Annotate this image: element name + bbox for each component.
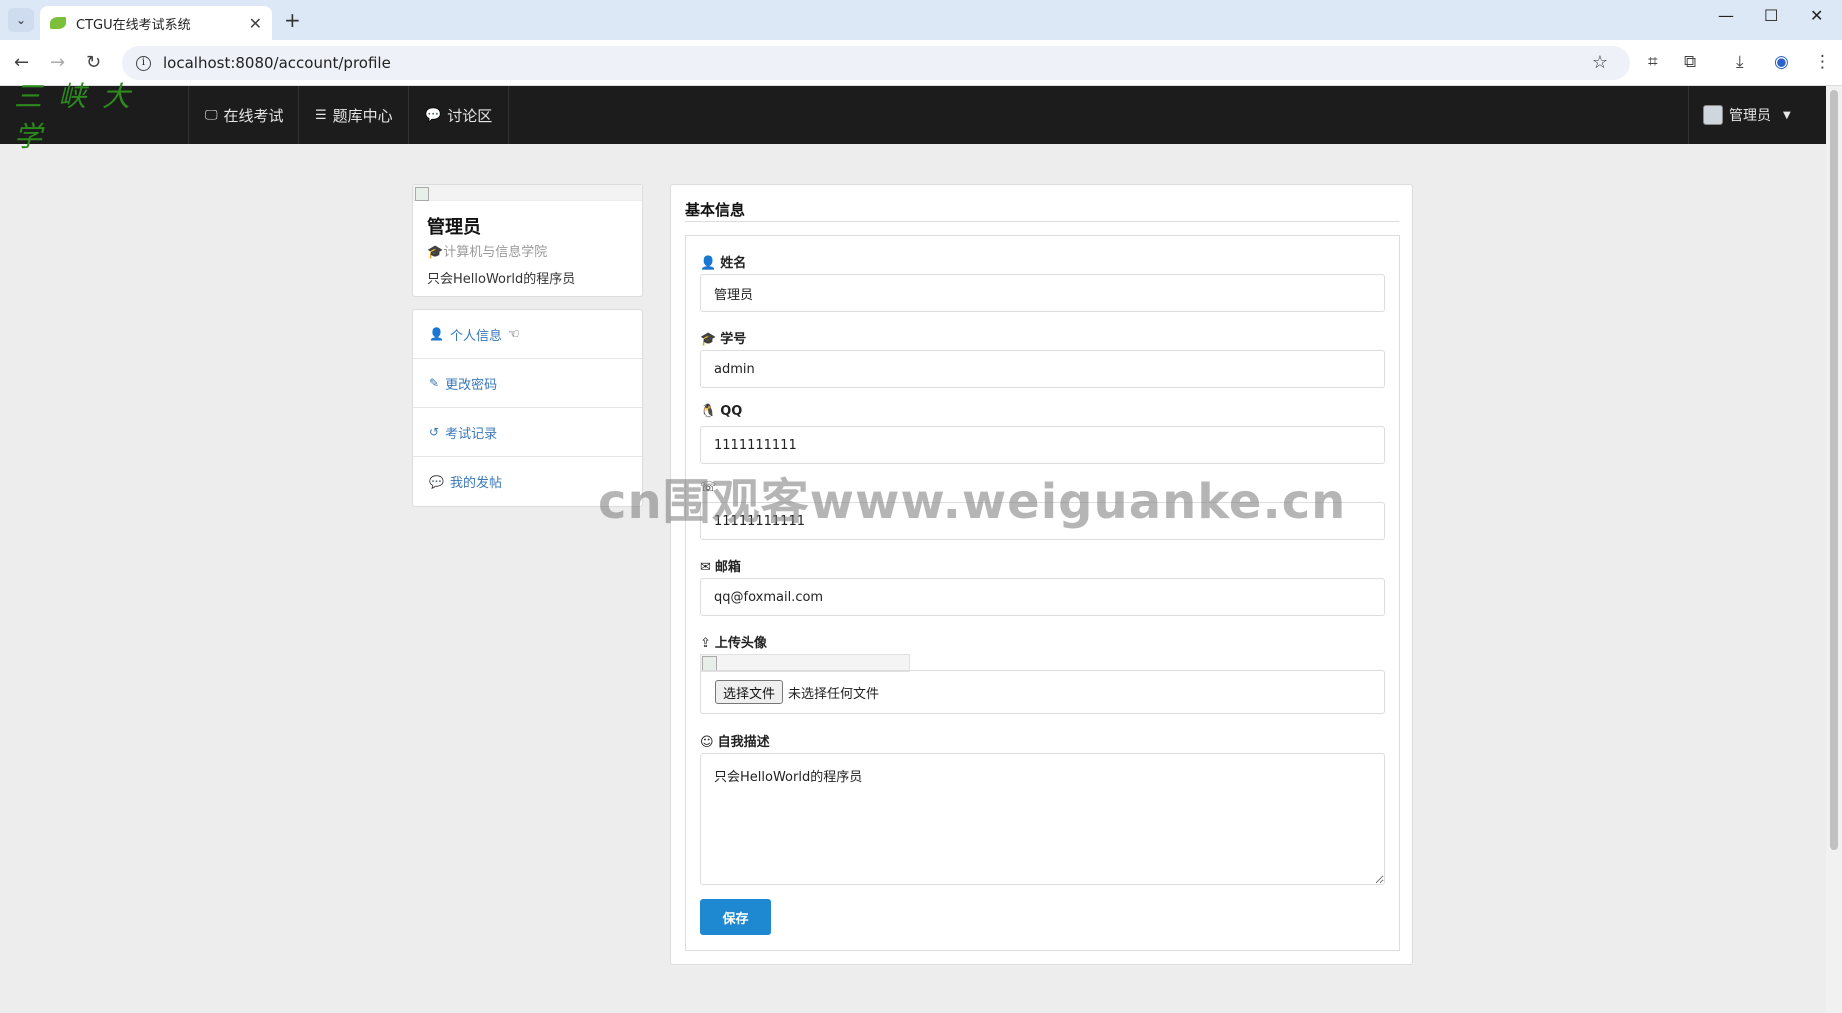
leaf-favicon-icon: [50, 17, 66, 29]
chevron-down-icon: ⌄: [15, 13, 27, 27]
sidemenu-item-profile[interactable]: 👤 个人信息 ☜: [413, 310, 642, 359]
window-close-icon[interactable]: ✕: [1810, 6, 1823, 25]
site-info-icon[interactable]: i: [136, 55, 151, 71]
user-icon: 👤: [429, 327, 444, 341]
bio-label: ☺ 自我描述: [700, 731, 770, 750]
choose-file-button[interactable]: 选择文件: [715, 680, 784, 704]
comment-icon: 💬: [425, 107, 442, 123]
nav-online-exam-label: 在线考试: [223, 106, 284, 125]
sidemenu-item-label: 考试记录: [445, 426, 498, 442]
history-icon: ↺: [429, 425, 440, 439]
account-sidemenu: 👤 个人信息 ☜ ✎ 更改密码 ↺ 考试记录 💬 我的发帖: [412, 309, 643, 507]
nav-online-exam[interactable]: 🖵 在线考试: [188, 86, 300, 144]
avatar: [1703, 105, 1723, 125]
save-button[interactable]: 保存: [700, 899, 771, 935]
browser-toolbar: ← → ↻ i localhost:8080/account/profile ☆…: [0, 40, 1842, 86]
phone-input[interactable]: [700, 502, 1385, 540]
user-menu[interactable]: 管理员 ▼: [1688, 86, 1826, 144]
qq-label-text: QQ: [720, 404, 743, 419]
profile-college: 🎓计算机与信息学院: [413, 239, 642, 260]
comment-icon: 💬: [429, 474, 444, 489]
sidemenu-item-change-password[interactable]: ✎ 更改密码: [413, 359, 642, 408]
profile-icon[interactable]: ◉: [1774, 52, 1789, 72]
email-label: ✉ 邮箱: [700, 556, 741, 575]
profile-bio: 只会HelloWorld的程序员: [427, 272, 576, 287]
profile-name: 管理员: [427, 217, 481, 238]
sidemenu-item-label: 更改密码: [445, 377, 498, 393]
url-text: localhost:8080/account/profile: [163, 54, 391, 72]
hand-pointer-icon: ☜: [507, 326, 520, 342]
graduation-cap-icon: 🎓: [427, 245, 444, 260]
student-id-label: 🎓 学号: [700, 328, 746, 347]
smile-icon: ☺: [700, 735, 714, 750]
profile-form-panel: 基本信息 👤姓名 🎓学号 🐧QQ ☏ ✉邮箱 ⇪上传头像 选择文件 未选择任何文…: [670, 184, 1413, 965]
qq-penguin-icon: 🐧: [700, 404, 717, 419]
name-label-text: 姓名: [720, 256, 747, 271]
user-icon: 👤: [700, 256, 717, 271]
tab-title: CTGU在线考试系统: [76, 17, 191, 33]
section-title: 基本信息: [685, 201, 746, 219]
envelope-icon: ✉: [700, 560, 711, 575]
phone-label: ☏: [700, 480, 720, 495]
maximize-icon[interactable]: ☐: [1764, 6, 1778, 25]
back-arrow-icon[interactable]: ←: [14, 52, 29, 73]
bookmark-star-icon[interactable]: ☆: [1592, 52, 1608, 73]
sidemenu-item-my-posts[interactable]: 💬 我的发帖: [413, 457, 642, 506]
crop-icon[interactable]: ⌗: [1648, 52, 1658, 72]
phone-icon: ☏: [700, 480, 717, 495]
nav-discussion[interactable]: 💬 讨论区: [408, 86, 510, 144]
bio-label-text: 自我描述: [717, 735, 770, 750]
address-bar[interactable]: i localhost:8080/account/profile ☆: [122, 46, 1630, 80]
nav-question-bank-label: 题库中心: [332, 106, 393, 125]
student-id-label-text: 学号: [720, 332, 747, 347]
browser-tab[interactable]: CTGU在线考试系统 ✕: [40, 6, 272, 40]
graduation-cap-icon: 🎓: [700, 332, 717, 347]
file-status-text: 未选择任何文件: [788, 686, 880, 702]
nav-discussion-label: 讨论区: [447, 106, 493, 125]
page-scrollbar[interactable]: [1826, 86, 1842, 1013]
sidemenu-item-exam-records[interactable]: ↺ 考试记录: [413, 408, 642, 457]
student-id-input[interactable]: [700, 350, 1385, 388]
monitor-icon: 🖵: [205, 107, 218, 123]
name-label: 👤 姓名: [700, 252, 746, 271]
forward-arrow-icon[interactable]: →: [50, 52, 65, 73]
sidemenu-item-label: 个人信息: [449, 328, 502, 344]
email-label-text: 邮箱: [714, 560, 741, 575]
user-name: 管理员: [1729, 108, 1771, 124]
caret-down-icon: ▼: [1783, 109, 1791, 121]
sidemenu-item-label: 我的发帖: [449, 476, 502, 491]
list-icon: ☰: [315, 107, 327, 123]
qq-label: 🐧 QQ: [700, 404, 742, 419]
scrollbar-thumb[interactable]: [1830, 90, 1838, 850]
profile-form: 👤姓名 🎓学号 🐧QQ ☏ ✉邮箱 ⇪上传头像 选择文件 未选择任何文件 ☺自我…: [685, 235, 1400, 951]
more-menu-icon[interactable]: ⋮: [1814, 52, 1831, 72]
tab-search-button[interactable]: ⌄: [8, 8, 34, 32]
download-icon[interactable]: ⤓: [1736, 52, 1744, 72]
bio-textarea[interactable]: 只会HelloWorld的程序员: [700, 753, 1385, 885]
avatar-upload-label-text: 上传头像: [714, 636, 767, 651]
profile-cover-image: [413, 185, 642, 201]
email-input[interactable]: [700, 578, 1385, 616]
brand-logo[interactable]: 三峡大学: [14, 80, 174, 153]
qq-input[interactable]: [700, 426, 1385, 464]
profile-card: 管理员 🎓计算机与信息学院 只会HelloWorld的程序员: [412, 184, 643, 297]
app-navbar: 三峡大学 🖵 在线考试 ☰ 题库中心 💬 讨论区 管理员 ▼: [0, 80, 1826, 153]
edit-icon: ✎: [429, 376, 440, 390]
browser-tab-bar: ⌄ CTGU在线考试系统 ✕ + — ☐ ✕: [0, 0, 1842, 40]
file-upload-field: 选择文件 未选择任何文件: [700, 670, 1385, 714]
reload-icon[interactable]: ↻: [86, 52, 101, 73]
new-tab-plus-icon[interactable]: +: [284, 8, 301, 32]
minimize-icon[interactable]: —: [1718, 6, 1734, 25]
close-icon[interactable]: ✕: [249, 14, 262, 33]
upload-icon: ⇪: [700, 636, 711, 651]
avatar-upload-label: ⇪ 上传头像: [700, 632, 767, 651]
extensions-puzzle-icon[interactable]: ⧉: [1684, 52, 1696, 72]
profile-college-text: 计算机与信息学院: [443, 245, 548, 260]
divider: [685, 221, 1399, 222]
name-input[interactable]: [700, 274, 1385, 312]
nav-question-bank[interactable]: ☰ 题库中心: [298, 86, 409, 144]
